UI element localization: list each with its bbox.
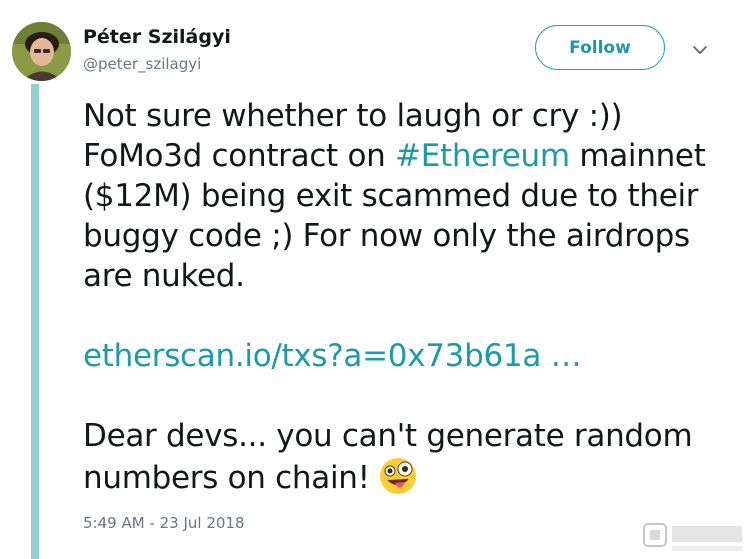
author-display-name[interactable]: Péter Szilágyi: [83, 26, 231, 48]
tweet-line: Dear devs... you can't generate random: [83, 418, 693, 454]
tweet-text-segment: FoMo3d contract on: [83, 138, 396, 174]
author-handle[interactable]: @peter_szilagyi: [83, 55, 201, 73]
follow-button-label: Follow: [569, 37, 631, 58]
tweet-line: FoMo3d contract on #Ethereum mainnet: [83, 136, 723, 176]
chevron-down-icon[interactable]: [690, 40, 710, 60]
thread-line: [31, 84, 39, 559]
tweet-line: numbers on chain!: [83, 456, 723, 498]
tweet-line: buggy code ;) For now only the airdrops: [83, 218, 690, 254]
user-avatar-photo: [12, 22, 71, 81]
tweet-text: Not sure whether to laugh or cry :)) FoM…: [83, 96, 723, 498]
zany-face-emoji: [379, 458, 416, 494]
author-avatar[interactable]: [12, 22, 71, 81]
watermark-logo: [643, 523, 742, 551]
tweet-line: are nuked.: [83, 258, 245, 294]
tweet-text-segment: mainnet: [569, 138, 706, 174]
tweet-line: Not sure whether to laugh or cry :)): [83, 98, 623, 134]
follow-button[interactable]: Follow: [535, 25, 665, 70]
tweet-timestamp[interactable]: 5:49 AM - 23 Jul 2018: [83, 514, 245, 532]
hashtag-link[interactable]: #Ethereum: [395, 138, 570, 174]
tweet-line: ($12M) being exit scammed due to their: [83, 178, 699, 214]
etherscan-link[interactable]: etherscan.io/txs?a=0x73b61a …: [83, 338, 582, 374]
tweet-text-segment: numbers on chain!: [83, 460, 370, 496]
